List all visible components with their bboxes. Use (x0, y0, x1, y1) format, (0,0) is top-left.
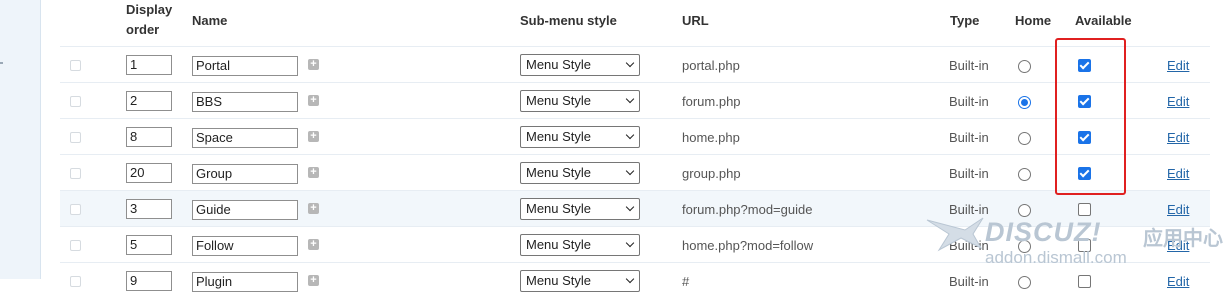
header-order-label: order (126, 22, 160, 37)
table-row: 1 Portal + Menu Style portal.php Built-in Edit (60, 46, 1210, 83)
url-text: home.php?mod=follow (682, 238, 814, 253)
table-row: 20 Group + Menu Style group.php Built-in Edit (60, 154, 1210, 191)
row-select-checkbox[interactable] (70, 204, 81, 215)
name-input[interactable]: Group (192, 164, 298, 184)
chevron-down-icon (625, 202, 635, 212)
type-text: Built-in (949, 58, 989, 73)
available-highlight-box (1055, 38, 1126, 195)
name-input[interactable]: BBS (192, 92, 298, 112)
display-order-input[interactable]: 9 (126, 271, 172, 291)
submenu-style-value: Menu Style (526, 273, 592, 288)
submenu-style-select[interactable]: Menu Style (520, 162, 640, 184)
edit-link[interactable]: Edit (1167, 202, 1189, 217)
row-select-checkbox[interactable] (70, 168, 81, 179)
add-submenu-icon[interactable]: + (308, 131, 319, 142)
url-text: portal.php (682, 58, 740, 73)
left-sidebar (0, 0, 41, 279)
column-header-type: Type (950, 13, 980, 28)
edit-link[interactable]: Edit (1167, 58, 1189, 73)
row-select-checkbox[interactable] (70, 60, 81, 71)
column-header-submenu: Sub-menu style (520, 13, 617, 28)
url-text: # (682, 274, 690, 289)
chevron-down-icon (625, 274, 635, 284)
url-text: group.php (682, 166, 741, 181)
submenu-style-value: Menu Style (526, 93, 592, 108)
submenu-style-select[interactable]: Menu Style (520, 90, 640, 112)
add-submenu-icon[interactable]: + (308, 239, 319, 250)
submenu-style-value: Menu Style (526, 237, 592, 252)
column-header-name: Name (192, 13, 228, 28)
type-text: Built-in (949, 166, 989, 181)
table-row: 9 Plugin + Menu Style # Built-in Edit (60, 262, 1210, 299)
edit-link[interactable]: Edit (1167, 274, 1189, 289)
display-order-input[interactable]: 2 (126, 91, 172, 111)
add-submenu-icon[interactable]: + (308, 59, 319, 70)
table-row: 2 BBS + Menu Style forum.php Built-in Edit (60, 82, 1210, 119)
type-text: Built-in (949, 130, 989, 145)
sidebar-marker (0, 62, 3, 64)
name-input[interactable]: Portal (192, 56, 298, 76)
chevron-down-icon (625, 238, 635, 248)
edit-link[interactable]: Edit (1167, 166, 1189, 181)
available-checkbox[interactable] (1078, 203, 1091, 216)
type-text: Built-in (949, 94, 989, 109)
add-submenu-icon[interactable]: + (308, 167, 319, 178)
name-input[interactable]: Follow (192, 236, 298, 256)
home-radio[interactable] (1018, 60, 1031, 73)
chevron-down-icon (625, 58, 635, 68)
display-order-input[interactable]: 20 (126, 163, 172, 183)
header-display-label: Display (126, 2, 173, 17)
submenu-style-select[interactable]: Menu Style (520, 198, 640, 220)
table-row: 8 Space + Menu Style home.php Built-in Edit (60, 118, 1210, 155)
edit-link[interactable]: Edit (1167, 130, 1189, 145)
edit-link[interactable]: Edit (1167, 94, 1189, 109)
submenu-style-select[interactable]: Menu Style (520, 126, 640, 148)
available-checkbox[interactable] (1078, 239, 1091, 252)
available-checkbox[interactable] (1078, 275, 1091, 288)
table-row: 5 Follow + Menu Style home.php?mod=follow Bui… (60, 226, 1210, 263)
submenu-style-value: Menu Style (526, 129, 592, 144)
column-header-home: Home (1015, 13, 1052, 28)
type-text: Built-in (949, 202, 989, 217)
type-text: Built-in (949, 274, 989, 289)
edit-link[interactable]: Edit (1167, 238, 1189, 253)
add-submenu-icon[interactable]: + (308, 275, 319, 286)
home-radio[interactable] (1018, 132, 1031, 145)
home-radio[interactable] (1018, 204, 1031, 217)
submenu-style-value: Menu Style (526, 201, 592, 216)
submenu-style-select[interactable]: Menu Style (520, 234, 640, 256)
table-row: 3 Guide + Menu Style forum.php?mod=guide Buil… (60, 190, 1210, 227)
row-select-checkbox[interactable] (70, 276, 81, 287)
url-text: home.php (682, 130, 740, 145)
column-header-available: Available (1075, 13, 1132, 28)
name-input[interactable]: Space (192, 128, 298, 148)
type-text: Built-in (949, 238, 989, 253)
url-text: forum.php (682, 94, 741, 109)
display-order-input[interactable]: 5 (126, 235, 172, 255)
chevron-down-icon (625, 166, 635, 176)
display-order-input[interactable]: 8 (126, 127, 172, 147)
url-text: forum.php?mod=guide (682, 202, 813, 217)
column-header-display-order: Display order (126, 0, 172, 40)
add-submenu-icon[interactable]: + (308, 95, 319, 106)
column-header-url: URL (682, 13, 709, 28)
submenu-style-select[interactable]: Menu Style (520, 270, 640, 292)
home-radio[interactable] (1018, 240, 1031, 253)
chevron-down-icon (625, 130, 635, 140)
display-order-input[interactable]: 1 (126, 55, 172, 75)
chevron-down-icon (625, 94, 635, 104)
row-select-checkbox[interactable] (70, 96, 81, 107)
home-radio[interactable] (1018, 168, 1031, 181)
name-input[interactable]: Plugin (192, 272, 298, 292)
display-order-input[interactable]: 3 (126, 199, 172, 219)
row-select-checkbox[interactable] (70, 240, 81, 251)
home-radio[interactable] (1018, 276, 1031, 289)
add-submenu-icon[interactable]: + (308, 203, 319, 214)
home-radio[interactable] (1018, 96, 1031, 109)
submenu-style-value: Menu Style (526, 57, 592, 72)
row-select-checkbox[interactable] (70, 132, 81, 143)
name-input[interactable]: Guide (192, 200, 298, 220)
submenu-style-value: Menu Style (526, 165, 592, 180)
submenu-style-select[interactable]: Menu Style (520, 54, 640, 76)
